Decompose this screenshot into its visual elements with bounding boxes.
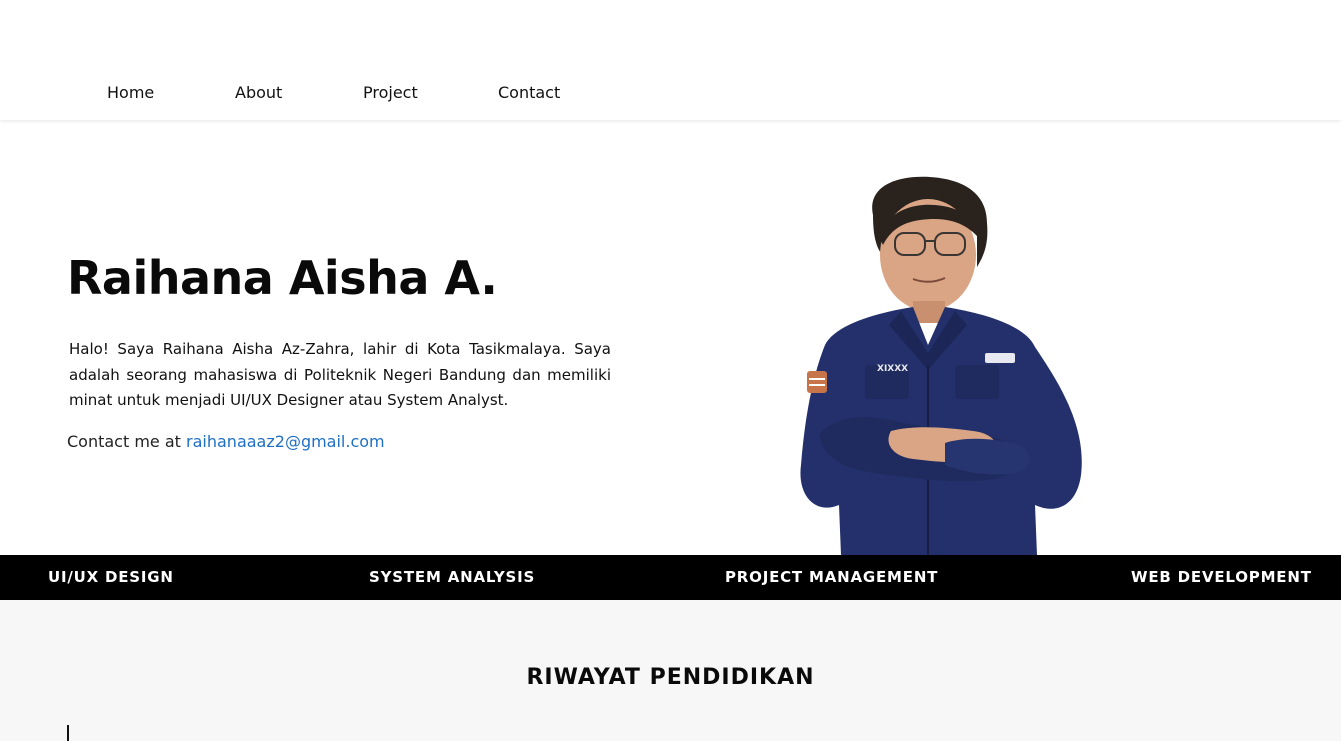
skill-project-management: PROJECT MANAGEMENT [725, 568, 939, 586]
skills-ribbon: UI/UX DESIGN SYSTEM ANALYSIS PROJECT MAN… [0, 555, 1341, 600]
skill-web-development: WEB DEVELOPMENT [1131, 568, 1312, 586]
skill-system-analysis: SYSTEM ANALYSIS [369, 568, 536, 586]
nav-link-home[interactable]: Home [107, 82, 154, 104]
nav-link-contact[interactable]: Contact [498, 82, 560, 104]
hero-section: Raihana Aisha A. Halo! Saya Raihana Aish… [0, 120, 1341, 555]
svg-text:XIXXX: XIXXX [877, 364, 908, 374]
nav-link-project[interactable]: Project [363, 82, 418, 104]
timeline-line [67, 725, 69, 741]
navbar: Home About Project Contact [0, 0, 1341, 120]
profile-photo: XIXXX [800, 176, 1082, 555]
skill-ui-ux-design: UI/UX DESIGN [48, 568, 174, 586]
hero-bio: Halo! Saya Raihana Aisha Az-Zahra, lahir… [69, 340, 611, 409]
education-title: RIWAYAT PENDIDIKAN [526, 665, 815, 690]
email-link[interactable]: raihanaaaz2@gmail.com [186, 432, 385, 451]
nav-link-about[interactable]: About [235, 82, 282, 104]
education-section: RIWAYAT PENDIDIKAN [0, 600, 1341, 741]
contact-prefix: Contact me at [67, 432, 181, 451]
hero-contact: Contact me at raihanaaaz2@gmail.com [67, 431, 385, 453]
hero-name: Raihana Aisha A. [67, 251, 498, 305]
